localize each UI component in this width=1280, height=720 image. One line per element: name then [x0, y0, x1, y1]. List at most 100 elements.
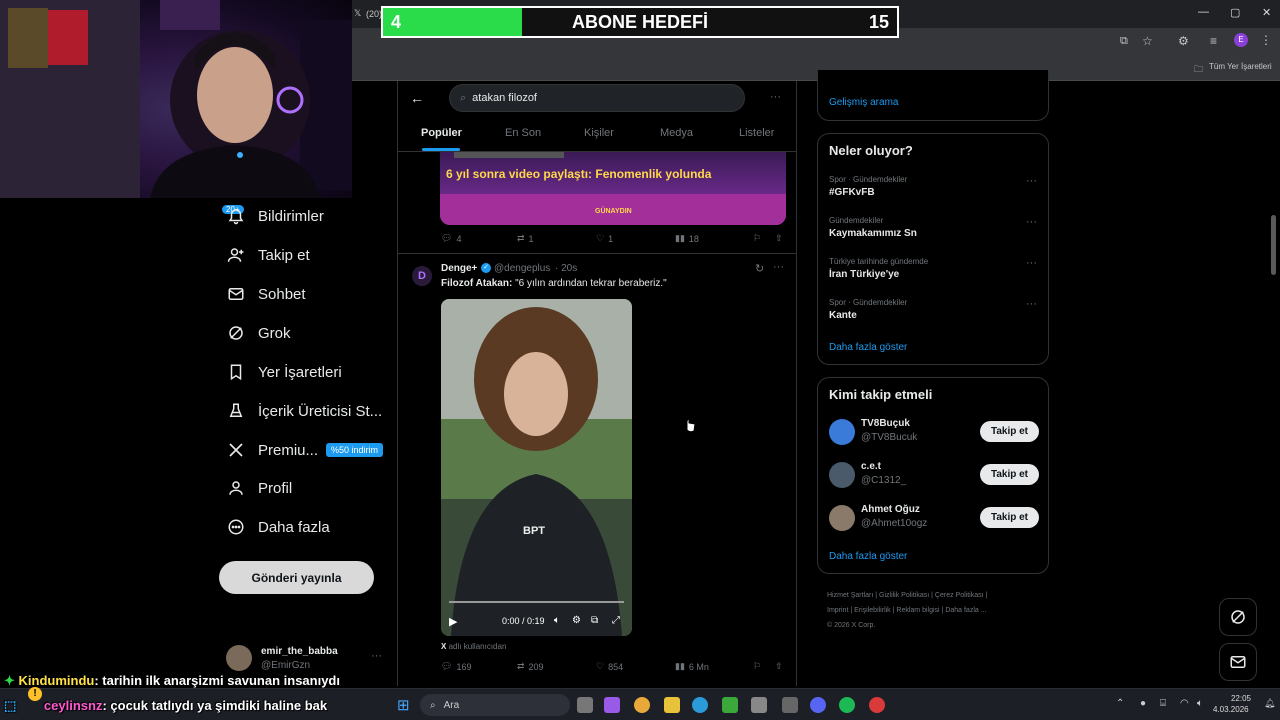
edge-icon[interactable] [692, 697, 708, 713]
avatar[interactable]: D [412, 266, 432, 286]
profile-avatar-icon[interactable]: E [1234, 33, 1248, 47]
copilot-icon[interactable] [604, 697, 620, 713]
follow-suggestion[interactable]: c.e.t @C1312_ Takip et [818, 459, 1050, 493]
nav-messages[interactable]: Sohbet [226, 279, 306, 309]
grok-float-button[interactable] [1219, 598, 1257, 636]
tray-chevron-icon[interactable]: ⌃ [1116, 698, 1124, 709]
nav-notifications[interactable]: Bildirimler [226, 201, 324, 231]
star-icon[interactable]: ☆ [1142, 34, 1153, 48]
close-icon[interactable]: ✕ [1262, 6, 1271, 19]
nav-more[interactable]: Daha fazla [226, 512, 330, 542]
nav-creator-studio[interactable]: İçerik Üreticisi St... [226, 396, 382, 426]
maximize-icon[interactable]: ▢ [1230, 6, 1240, 19]
follow-button[interactable]: Takip et [980, 507, 1039, 528]
tweet-source[interactable]: X adlı kullanıcıdan [441, 642, 506, 651]
pip-icon[interactable]: ⧉ [591, 615, 598, 626]
footer-link[interactable]: Gizlilik Politikası [879, 592, 929, 599]
nav-profile[interactable]: Profil [226, 473, 292, 503]
share-button[interactable]: ⇧ [775, 661, 783, 672]
task-view-icon[interactable] [577, 697, 593, 713]
spotify-icon[interactable] [839, 697, 855, 713]
footer-link[interactable]: Hizmet Şartları [827, 592, 873, 599]
like-button[interactable]: ♡ 854 [596, 661, 623, 672]
tweet-video[interactable]: BPT ▶ 0:00 / 0:19 🔈︎ ⚙ ⧉ ⤢ [441, 299, 632, 636]
follow-button[interactable]: Takip et [980, 464, 1039, 485]
all-bookmarks-link[interactable]: Tüm Yer İşaretleri [1209, 62, 1272, 71]
tweet-author-handle[interactable]: @dengeplus [494, 263, 550, 274]
obs-icon[interactable] [782, 697, 798, 713]
notifications-icon[interactable]: 🔔︎ [1264, 698, 1275, 709]
clock-date[interactable]: 4.03.2026 [1213, 705, 1249, 714]
account-more-icon[interactable]: ··· [371, 650, 382, 662]
reply-button[interactable]: 💬︎ 4 [441, 233, 461, 244]
nav-bookmarks[interactable]: Yer İşaretleri [226, 357, 342, 387]
footer-link[interactable]: Imprint [827, 607, 848, 614]
tab-latest[interactable]: En Son [505, 127, 541, 139]
views-button[interactable]: ▮▮ 18 [675, 233, 699, 244]
wifi-icon[interactable]: ◠ [1180, 698, 1189, 709]
network-icon[interactable]: ⌸ [1160, 698, 1166, 709]
retweet-button[interactable]: ⇄ 1 [517, 233, 534, 244]
reply-button[interactable]: 💬︎ 169 [441, 661, 471, 672]
trend-item[interactable]: Gündemdekiler Kaymakamımız Sn ··· [818, 213, 1050, 251]
tweet-media-banner[interactable]: 6 yıl sonra video paylaştı: Fenomenlik y… [440, 152, 786, 225]
who-show-more-link[interactable]: Daha fazla göster [829, 551, 907, 562]
volume-icon[interactable]: 🔈︎ [554, 615, 560, 626]
page-scrollbar-thumb[interactable] [1271, 215, 1276, 275]
trend-item[interactable]: Spor · Gündemdekiler #GFKvFB ··· [818, 172, 1050, 210]
reading-list-icon[interactable]: ≡ [1210, 34, 1217, 48]
footer-link[interactable]: Çerez Politikası [935, 592, 984, 599]
back-arrow-icon[interactable]: ← [410, 90, 424, 106]
search-input[interactable]: ⌕ atakan filozof [449, 84, 745, 112]
extensions-icon[interactable]: ⚙ [1178, 34, 1189, 48]
trend-item[interactable]: Spor · Gündemdekiler Kante ··· [818, 295, 1050, 333]
tab-popular[interactable]: Popüler [421, 127, 462, 139]
windows-start-icon[interactable]: ⊞ [397, 696, 410, 714]
share-button[interactable]: ⇧ [775, 233, 783, 244]
taskbar-search[interactable]: ⌕ Ara [420, 694, 570, 716]
follow-suggestion[interactable]: Ahmet Oğuz @Ahmet10ogz Takip et [818, 502, 1050, 536]
trend-more-icon[interactable]: ··· [1026, 175, 1037, 187]
nav-grok[interactable]: Grok [226, 318, 291, 348]
browser-menu-icon[interactable]: ⋮ [1260, 33, 1272, 47]
tweet-more-icon[interactable]: ··· [773, 261, 784, 273]
trend-item[interactable]: Türkiye tarihinde gündemde İran Türkiye'… [818, 254, 1050, 292]
tab-media[interactable]: Medya [660, 127, 693, 139]
footer-link[interactable]: Reklam bilgisi [896, 607, 939, 614]
like-button[interactable]: ♡ 1 [596, 233, 613, 244]
search-options-icon[interactable]: ··· [770, 91, 781, 103]
xbox-icon[interactable] [722, 697, 738, 713]
nav-follow[interactable]: Takip et [226, 240, 310, 270]
minimize-icon[interactable]: — [1198, 6, 1209, 18]
grok-explain-icon[interactable]: ↻ [755, 262, 764, 275]
file-explorer-icon[interactable] [664, 697, 680, 713]
settings-icon[interactable]: ⚙ [572, 615, 581, 626]
trend-more-icon[interactable]: ··· [1026, 257, 1037, 269]
show-more-link[interactable]: Daha fazla göster [829, 342, 907, 353]
play-icon[interactable]: ▶ [449, 615, 457, 628]
trend-more-icon[interactable]: ··· [1026, 216, 1037, 228]
retweet-button[interactable]: ⇄ 209 [517, 661, 544, 672]
trend-more-icon[interactable]: ··· [1026, 298, 1037, 310]
tweet-time[interactable]: · 20s [555, 263, 577, 274]
follow-button[interactable]: Takip et [980, 421, 1039, 442]
footer-link[interactable]: Erişilebilirlik [854, 607, 891, 614]
store-icon[interactable] [751, 697, 767, 713]
fullscreen-icon[interactable]: ⤢ [612, 615, 620, 626]
follow-suggestion[interactable]: TV8Buçuk @TV8Bucuk Takip et [818, 416, 1050, 450]
advanced-search-link[interactable]: Gelişmiş arama [829, 97, 898, 108]
account-switcher[interactable]: emir_the_babba @EmirGzn ··· [226, 645, 386, 673]
messages-float-button[interactable] [1219, 643, 1257, 681]
video-progress-bar[interactable] [449, 601, 624, 603]
chrome-icon[interactable] [634, 697, 650, 713]
discord-icon[interactable] [810, 697, 826, 713]
footer-link[interactable]: Daha fazla ... [945, 607, 986, 614]
views-button[interactable]: ▮▮ 6 Mn [675, 661, 709, 672]
nav-premium[interactable]: Premiu... %50 indirim [226, 435, 384, 465]
cast-icon[interactable]: ⧉ [1120, 35, 1128, 48]
tab-people[interactable]: Kişiler [584, 127, 614, 139]
clock-time[interactable]: 22:05 [1217, 694, 1251, 703]
bookmark-button[interactable]: ⚐ [753, 661, 761, 672]
bookmark-button[interactable]: ⚐ [753, 233, 761, 244]
tab-lists[interactable]: Listeler [739, 127, 774, 139]
